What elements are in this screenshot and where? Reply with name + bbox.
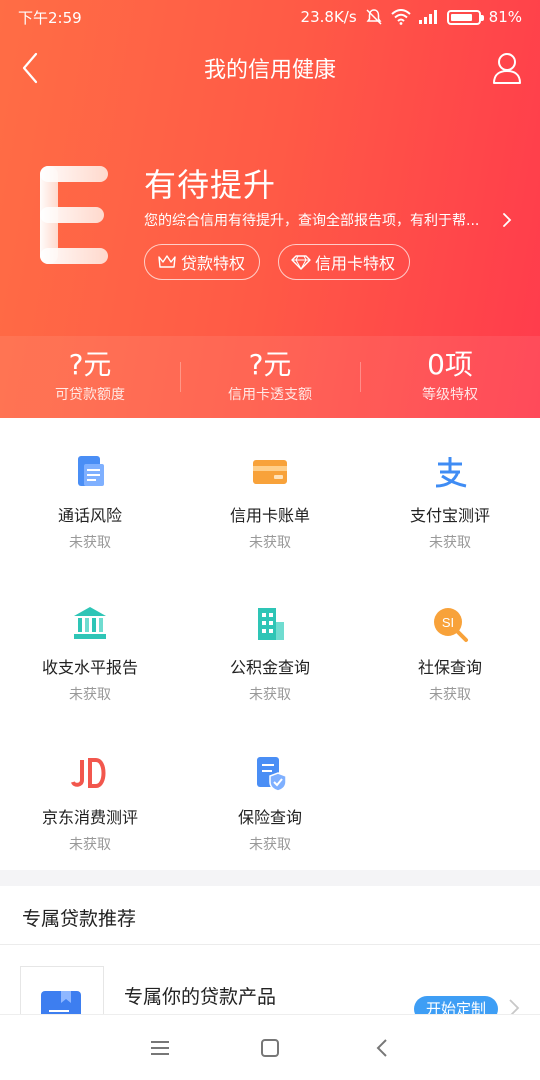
service-status: 未获取	[69, 687, 111, 703]
grade-letter-e	[40, 166, 108, 264]
stat-loan-limit: ?元 可贷款额度	[0, 336, 180, 418]
stat-value: 0项	[427, 348, 473, 381]
stat-value: ?元	[68, 348, 112, 381]
insurance-icon	[257, 757, 287, 792]
divider	[0, 944, 540, 945]
service-name: 京东消费测评	[41, 808, 138, 827]
nav-bar: 我的信用健康	[0, 38, 540, 98]
back-button[interactable]	[14, 50, 48, 86]
menu-icon[interactable]	[148, 1037, 172, 1059]
status-bar: 下午2:59 23.8K/s 81%	[0, 0, 540, 34]
user-button[interactable]	[490, 50, 524, 86]
grade-title: 有待提升	[144, 166, 277, 204]
credit-card-icon	[253, 460, 287, 484]
home-icon[interactable]	[258, 1037, 282, 1059]
service-status: 未获取	[429, 535, 471, 551]
jd-icon	[71, 758, 106, 788]
mute-icon	[366, 9, 382, 25]
service-name: 收支水平报告	[41, 658, 138, 677]
signal-icon	[418, 10, 437, 24]
grade-description-link[interactable]: 您的综合信用有待提升，查询全部报告项，有利于帮...	[144, 210, 514, 230]
battery-percent: 81%	[488, 8, 522, 26]
svg-text:SI: SI	[442, 615, 454, 630]
card-privilege-button[interactable]: 信用卡特权	[278, 244, 411, 280]
service-credit-card-bill[interactable]: 信用卡账单 未获取	[180, 426, 360, 566]
network-speed: 23.8K/s	[300, 8, 357, 26]
stat-value: ?元	[248, 348, 292, 381]
service-status: 未获取	[249, 687, 291, 703]
user-icon	[493, 53, 521, 84]
product-title: 专属你的贷款产品	[124, 986, 277, 1008]
service-name: 支付宝测评	[409, 506, 490, 525]
section-title: 专属贷款推荐	[22, 908, 137, 930]
stat-label: 可贷款额度	[55, 387, 125, 403]
service-housing-fund[interactable]: 公积金查询 未获取	[180, 578, 360, 718]
back-icon[interactable]	[370, 1037, 394, 1059]
service-status: 未获取	[249, 535, 291, 551]
service-status: 未获取	[69, 837, 111, 853]
crown-icon	[158, 255, 176, 268]
service-call-risk[interactable]: 通话风险 未获取	[0, 426, 180, 566]
grade-description: 您的综合信用有待提升，查询全部报告项，有利于帮...	[144, 213, 480, 229]
service-status: 未获取	[429, 687, 471, 703]
battery-icon	[446, 9, 484, 25]
status-right: 23.8K/s 81%	[301, 8, 522, 26]
service-grid: 通话风险 未获取 信用卡账单 未获取 支付宝测评 未获取 收支水平报告 未获取 …	[0, 418, 540, 870]
bank-icon	[74, 607, 106, 639]
service-name: 公积金查询	[229, 658, 310, 677]
chevron-right-icon	[503, 213, 512, 227]
stat-privileges: 0项 等级特权	[360, 336, 540, 418]
service-insurance[interactable]: 保险查询 未获取	[180, 728, 360, 868]
page-title: 我的信用健康	[203, 58, 336, 83]
stats-row: ?元 可贷款额度 ?元 信用卡透支额 0项 等级特权	[0, 336, 540, 418]
card-privilege-label: 信用卡特权	[315, 254, 396, 273]
service-jd-consumption[interactable]: 京东消费测评 未获取	[0, 728, 180, 868]
stat-label: 等级特权	[422, 387, 478, 403]
service-name: 保险查询	[237, 808, 302, 827]
alipay-icon	[435, 457, 467, 488]
status-time: 下午2:59	[18, 8, 82, 27]
service-name: 社保查询	[417, 658, 482, 677]
chevron-left-icon	[22, 52, 38, 84]
service-social-security[interactable]: SI 社保查询 未获取	[360, 578, 540, 718]
service-alipay[interactable]: 支付宝测评 未获取	[360, 426, 540, 566]
loan-privilege-button[interactable]: 贷款特权	[144, 244, 261, 280]
loan-privilege-label: 贷款特权	[181, 254, 246, 273]
phone-report-icon	[78, 456, 104, 486]
social-security-icon: SI	[434, 608, 468, 642]
service-name: 通话风险	[57, 506, 122, 525]
stat-card-overdraft: ?元 信用卡透支额	[180, 336, 360, 418]
building-icon	[258, 608, 284, 640]
credit-header: 下午2:59 23.8K/s 81% 我的信用健康 有待提升 您的综合信用有待提…	[0, 0, 540, 418]
service-status: 未获取	[249, 837, 291, 853]
service-status: 未获取	[69, 535, 111, 551]
service-name: 信用卡账单	[229, 506, 310, 525]
stat-label: 信用卡透支额	[228, 387, 312, 403]
wifi-icon	[390, 9, 411, 25]
system-nav-bar	[0, 1014, 540, 1080]
diamond-icon	[291, 255, 311, 270]
service-income-report[interactable]: 收支水平报告 未获取	[0, 578, 180, 718]
